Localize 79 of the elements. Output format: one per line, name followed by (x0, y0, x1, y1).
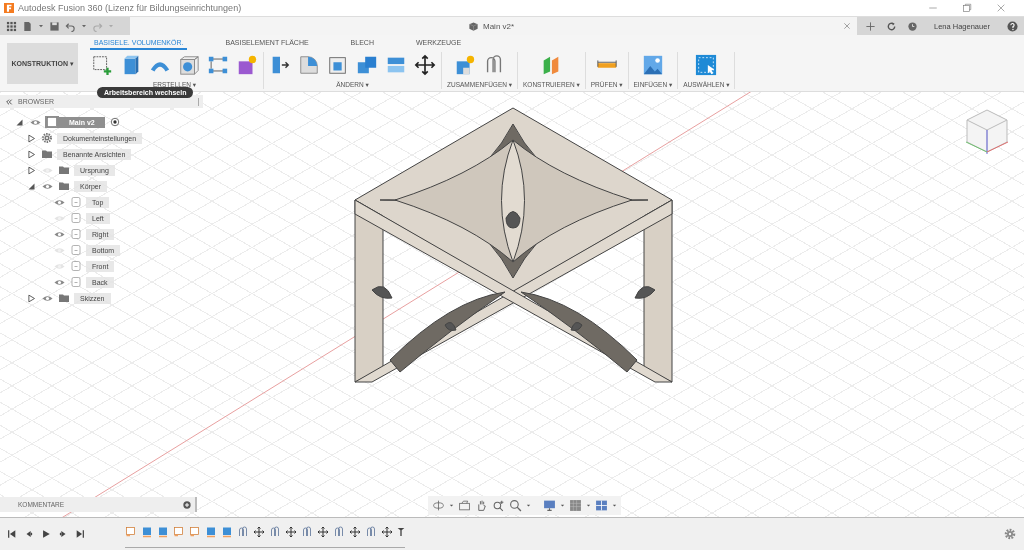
file-icon[interactable] (22, 20, 33, 32)
folder-icon (58, 180, 70, 192)
collapsed-triangle-icon[interactable] (26, 165, 36, 175)
viewports-icon[interactable] (595, 499, 608, 512)
collapsed-triangle-icon[interactable] (26, 133, 36, 143)
block-star-icon[interactable] (454, 54, 476, 76)
folder-icon (41, 148, 53, 160)
dashed-square-icon[interactable] (189, 525, 201, 538)
maximize-icon[interactable] (962, 3, 972, 13)
caret-icon[interactable] (81, 23, 87, 29)
component-icon (46, 116, 58, 128)
close-icon[interactable] (843, 22, 851, 30)
clock-icon[interactable] (907, 20, 918, 32)
grid-icon[interactable] (569, 499, 582, 512)
move-arrows-icon[interactable] (414, 54, 436, 76)
save-icon[interactable] (49, 20, 60, 32)
skip-end-icon[interactable] (75, 529, 85, 539)
rounded-corner-icon[interactable] (298, 54, 320, 76)
cube-icon[interactable] (141, 525, 153, 538)
display-icon[interactable] (543, 499, 556, 512)
caret-icon[interactable] (526, 503, 531, 508)
document-title: Main v2* (483, 21, 515, 31)
cube-sparkle-icon[interactable] (236, 54, 258, 76)
caret-icon[interactable] (612, 503, 617, 508)
body-icon (70, 276, 82, 288)
cube-icon[interactable] (205, 525, 217, 538)
collapsed-triangle-icon[interactable] (26, 149, 36, 159)
gear-icon (41, 132, 53, 144)
collapse-icon[interactable] (5, 97, 13, 106)
app-grid-icon[interactable] (6, 20, 17, 32)
play-icon[interactable] (41, 529, 51, 539)
body-icon (70, 196, 82, 208)
refresh-icon[interactable] (886, 20, 897, 32)
body-icon (70, 212, 82, 224)
image-icon[interactable] (641, 54, 664, 76)
cube-icon[interactable] (157, 525, 169, 538)
move-arrows-icon[interactable] (253, 525, 265, 538)
add-comment-icon[interactable] (183, 500, 191, 509)
body-icon (70, 244, 82, 256)
app-logo-icon (4, 3, 14, 13)
step-back-icon[interactable] (24, 529, 34, 539)
skip-start-icon[interactable] (7, 529, 17, 539)
help-icon[interactable] (1007, 20, 1018, 32)
connected-squares-icon[interactable] (207, 54, 229, 76)
move-arrows-icon[interactable] (285, 525, 297, 538)
close-icon[interactable] (996, 3, 1006, 13)
cursor-select-icon[interactable] (695, 54, 718, 76)
body-icon (70, 228, 82, 240)
plus-icon[interactable] (865, 20, 876, 32)
dashed-square-icon[interactable] (125, 525, 137, 538)
cube-icon[interactable] (221, 525, 233, 538)
active-radio-icon[interactable] (109, 117, 120, 127)
expanded-triangle-icon[interactable] (14, 117, 24, 127)
caret-icon[interactable] (586, 503, 591, 508)
dashed-square-icon[interactable] (173, 525, 185, 538)
look-at-icon[interactable] (458, 499, 471, 512)
collapsed-triangle-icon[interactable] (26, 293, 36, 303)
body-icon (70, 260, 82, 272)
settings-icon[interactable] (1004, 528, 1016, 540)
step-forward-icon[interactable] (58, 529, 68, 539)
move-arrows-icon[interactable] (349, 525, 361, 538)
hollow-square-icon[interactable] (327, 54, 349, 76)
move-arrows-icon[interactable] (381, 525, 393, 538)
window-title: Autodesk Fusion 360 (Lizenz für Bildungseinrichtungen) (18, 3, 242, 13)
caret-icon[interactable] (449, 503, 454, 508)
orbit-icon[interactable] (432, 499, 445, 512)
folder-icon (58, 164, 70, 176)
zoom-plus-icon[interactable] (492, 499, 505, 512)
folder-icon (58, 292, 70, 304)
cube-hole-icon[interactable] (178, 54, 200, 76)
caret-icon[interactable] (38, 23, 44, 29)
zoom-icon[interactable] (509, 499, 522, 512)
overlapping-squares-icon[interactable] (356, 54, 378, 76)
caret-icon[interactable] (560, 503, 565, 508)
move-arrows-icon[interactable] (317, 525, 329, 538)
pan-hand-icon[interactable] (475, 499, 488, 512)
expanded-triangle-icon[interactable] (26, 181, 36, 191)
cube-icon (468, 20, 479, 32)
dashed-square-plus-icon[interactable] (91, 54, 113, 76)
